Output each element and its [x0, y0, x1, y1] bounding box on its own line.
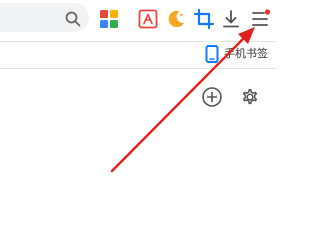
download-icon[interactable] — [220, 8, 242, 30]
moon-icon[interactable] — [165, 8, 187, 30]
menu-icon[interactable] — [249, 8, 271, 30]
gear-icon[interactable] — [238, 85, 262, 109]
annotation-arrow — [110, 27, 255, 173]
phone-icon[interactable] — [205, 45, 219, 63]
apps-grid-icon[interactable] — [98, 8, 120, 30]
phone-bookmark-label[interactable]: 手机书签 — [224, 46, 268, 62]
browser-window: 手机书签 — [0, 0, 277, 246]
pdf-icon[interactable] — [137, 8, 159, 30]
notification-dot — [264, 9, 271, 15]
bookmarks-bar: 手机书签 — [200, 43, 277, 65]
crop-icon[interactable] — [193, 8, 215, 30]
toolbar-divider — [0, 41, 277, 42]
bookmarks-divider — [0, 68, 277, 69]
plus-circle-icon[interactable] — [200, 85, 224, 109]
search-icon[interactable] — [64, 10, 82, 28]
